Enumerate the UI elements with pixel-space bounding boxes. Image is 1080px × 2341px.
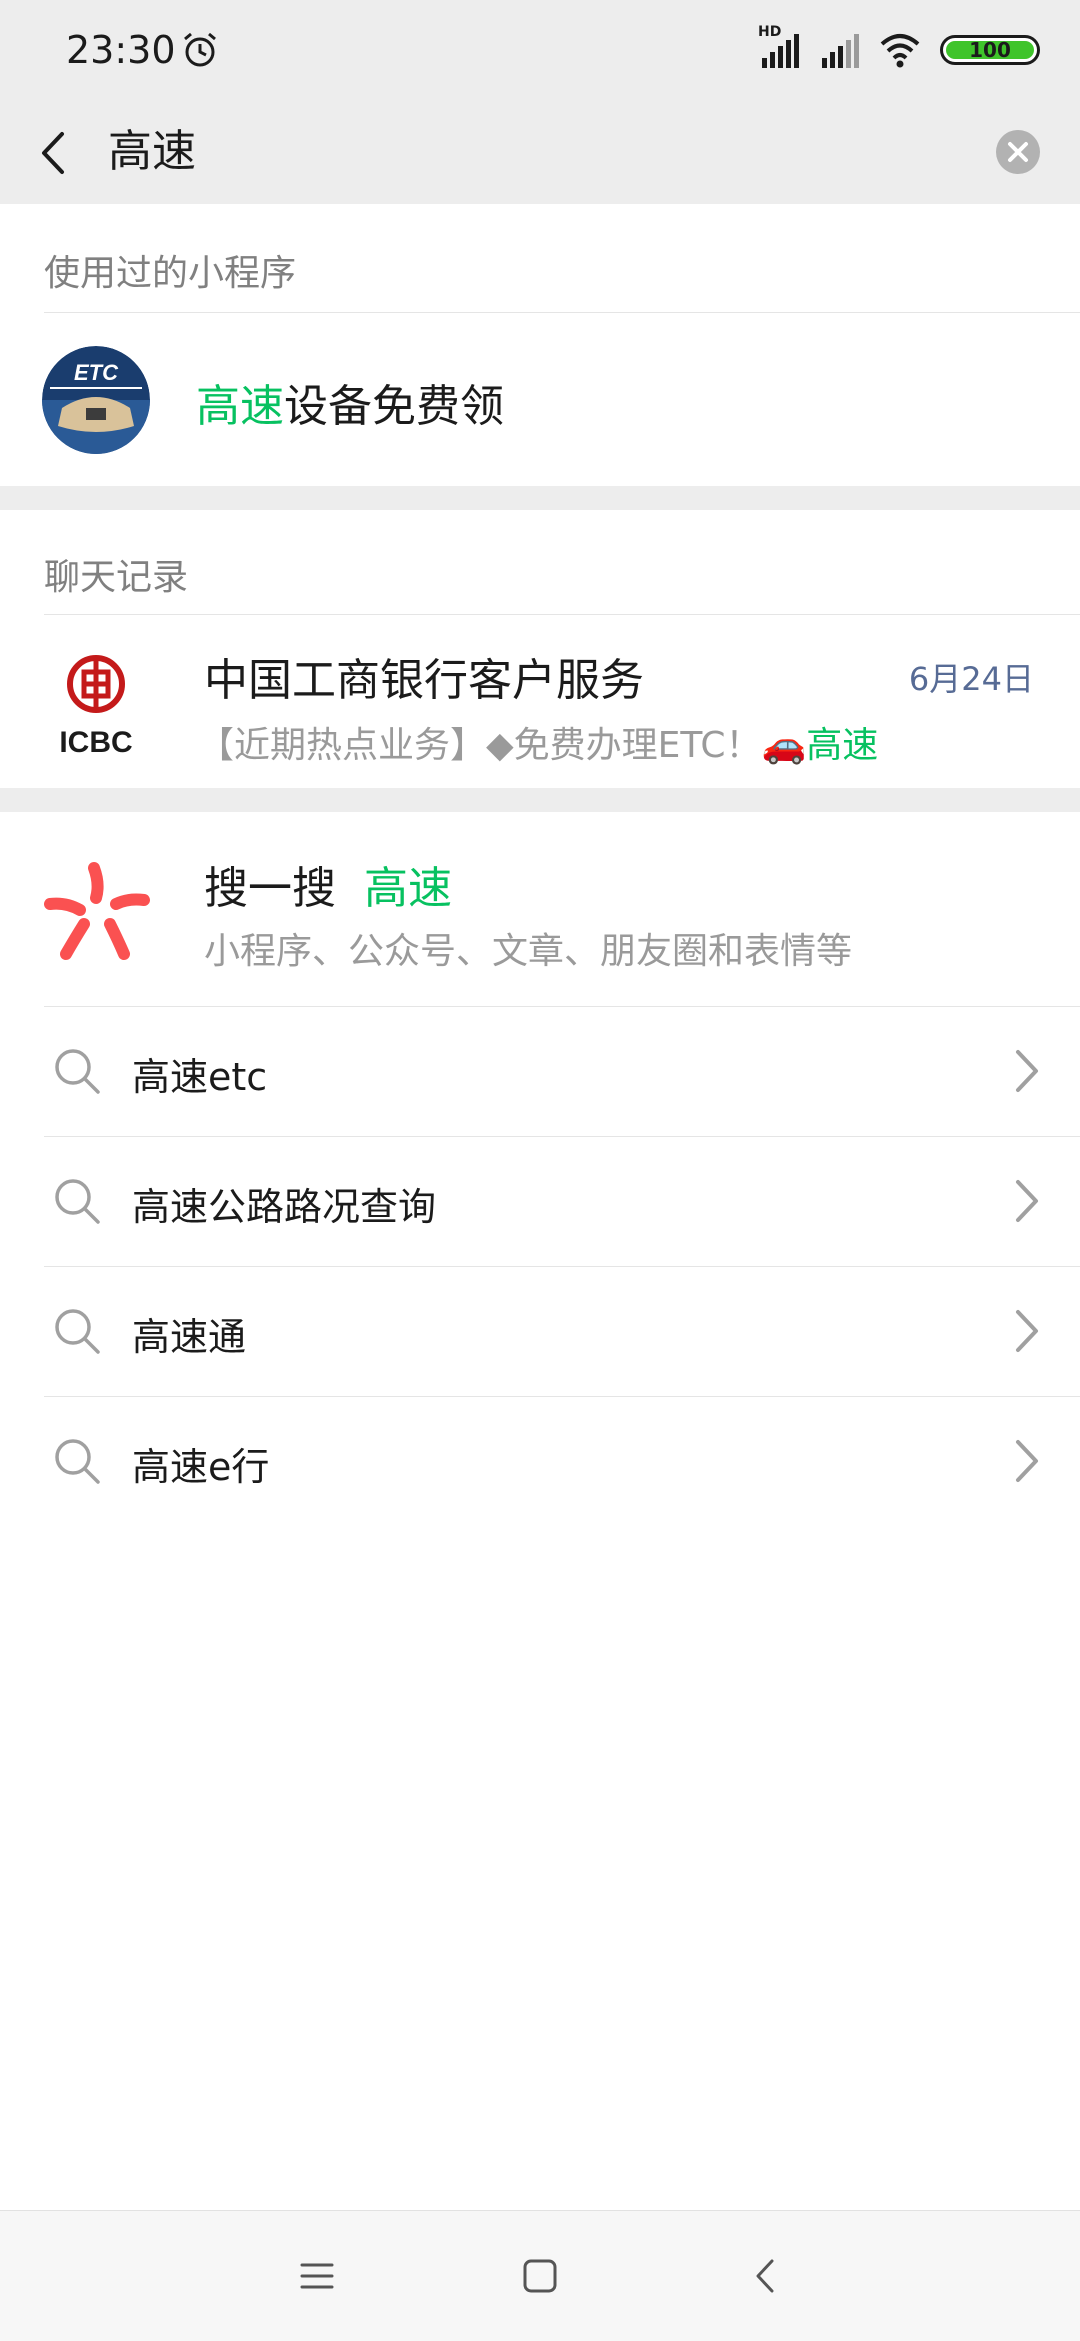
search-icon — [55, 1439, 100, 1484]
mini-programs-title: 使用过的小程序 — [44, 253, 297, 294]
sou-yi-sou-icon — [44, 862, 150, 960]
chat-date: 6月24日 — [908, 660, 1034, 698]
status-time: 23:30 — [66, 28, 176, 72]
suggestion-item[interactable]: 高速etc — [0, 1006, 1080, 1136]
icbc-icon-text: ICBC — [59, 726, 132, 759]
suggestion-item[interactable]: 高速通 — [0, 1266, 1080, 1396]
divider — [44, 614, 1080, 615]
etc-mini-program-icon: ETC — [42, 346, 150, 454]
chat-name: 中国工商银行客户服务 — [204, 655, 644, 706]
divider — [44, 312, 1080, 313]
home-icon[interactable] — [515, 2251, 565, 2301]
search-icon — [55, 1179, 100, 1224]
system-nav-bar — [0, 2210, 1080, 2341]
sou-yi-sou-label: 搜一搜 — [204, 863, 336, 914]
chat-records-title: 聊天记录 — [44, 557, 189, 598]
suggestion-text: 高速etc — [132, 1055, 268, 1099]
mini-program-title: 高速设备免费领 — [196, 370, 504, 434]
suggestion-text: 高速通 — [132, 1315, 247, 1359]
sou-yi-sou-subtitle: 小程序、公众号、文章、朋友圈和表情等 — [204, 931, 853, 972]
suggestion-text: 高速公路路况查询 — [132, 1185, 437, 1229]
menu-icon[interactable] — [292, 2251, 342, 2301]
battery-icon: 100 — [940, 35, 1040, 65]
signal-icon — [822, 34, 859, 68]
sou-yi-sou-highlight: 高速 — [363, 863, 452, 914]
wifi-icon — [880, 34, 920, 68]
back-icon[interactable] — [30, 118, 90, 188]
back-nav-icon[interactable] — [742, 2251, 792, 2301]
chevron-right-icon — [1016, 1050, 1038, 1092]
search-input[interactable] — [108, 116, 968, 188]
chat-preview-highlight: 高速 — [806, 725, 879, 766]
suggestion-item[interactable]: 高速公路路况查询 — [0, 1136, 1080, 1266]
status-bar: 23:30 HD 100 — [0, 0, 1080, 100]
chevron-right-icon — [1016, 1310, 1038, 1352]
search-icon — [55, 1309, 100, 1354]
chat-preview: 【近期热点业务】◆免费办理ETC！🚗高速 — [198, 716, 878, 768]
chevron-right-icon — [1016, 1440, 1038, 1482]
mini-program-title-rest: 设备免费领 — [284, 381, 504, 432]
chevron-right-icon — [1016, 1180, 1038, 1222]
status-icons: HD 100 — [758, 24, 1040, 72]
chat-preview-text: 【近期热点业务】◆免费办理ETC！ — [198, 725, 762, 766]
clear-search-button[interactable] — [996, 130, 1040, 174]
search-header — [0, 100, 1080, 204]
section-gap — [0, 788, 1080, 812]
search-icon — [55, 1049, 100, 1094]
suggestion-text: 高速e行 — [132, 1445, 270, 1489]
icbc-logo-icon: ICBC — [59, 655, 133, 759]
battery-level: 100 — [969, 38, 1011, 62]
car-emoji-icon: 🚗 — [761, 725, 807, 766]
close-icon — [1008, 142, 1028, 162]
alarm-icon — [184, 32, 216, 67]
signal-hd-icon: HD — [758, 24, 802, 72]
sou-yi-sou-title: 搜一搜 高速 — [204, 852, 452, 916]
suggestion-item[interactable]: 高速e行 — [0, 1396, 1080, 1526]
mini-program-title-highlight: 高速 — [196, 381, 284, 432]
etc-icon-text: ETC — [74, 360, 119, 385]
section-gap — [0, 486, 1080, 510]
